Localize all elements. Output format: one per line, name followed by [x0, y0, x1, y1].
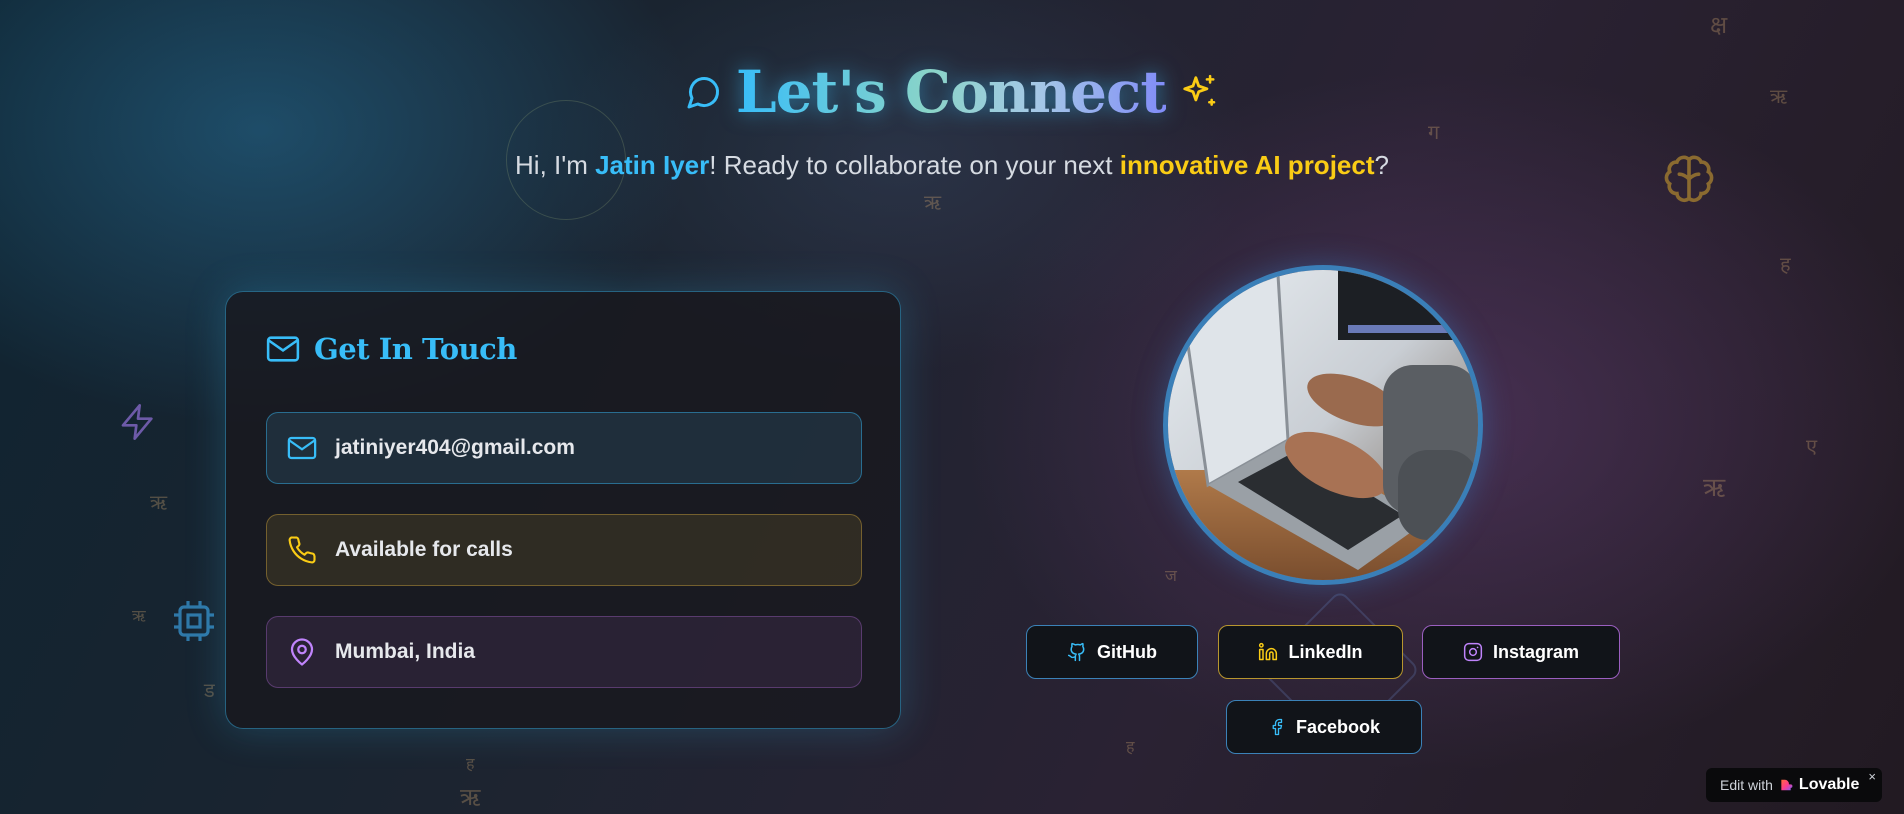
decor-glyph: ऋ	[150, 490, 168, 514]
decor-glyph: ड	[204, 678, 215, 702]
facebook-icon	[1272, 718, 1283, 736]
facebook-button[interactable]: Facebook	[1226, 700, 1422, 754]
contact-card-header: Get In Touch	[266, 332, 517, 366]
decor-glyph: क्ष	[1710, 11, 1728, 39]
decor-glyph: ह	[466, 754, 475, 773]
decor-glyph: ज	[1165, 566, 1177, 585]
decor-glyph: ऋ	[460, 783, 481, 811]
subtitle-mid: ! Ready to collaborate on your next	[709, 150, 1120, 180]
sparkles-icon	[1183, 74, 1216, 106]
subtitle-highlight: innovative AI project	[1119, 150, 1375, 180]
instagram-icon	[1463, 642, 1483, 662]
contact-phone[interactable]: Available for calls	[266, 514, 862, 586]
contact-location-text: Mumbai, India	[335, 640, 476, 663]
contact-phone-text: Available for calls	[335, 538, 513, 561]
zap-icon	[121, 404, 153, 440]
mail-icon	[266, 336, 300, 362]
badge-close-button[interactable]: ×	[1868, 769, 1876, 784]
decor-glyph: ए	[1806, 434, 1818, 458]
badge-brand: Lovable	[1798, 776, 1860, 793]
contact-card: Get In Touch jatiniyer404@gmail.com Avai…	[225, 291, 901, 729]
github-icon	[1067, 642, 1085, 662]
badge-prefix: Edit with	[1720, 777, 1773, 793]
facebook-label: Facebook	[1295, 716, 1381, 737]
instagram-label: Instagram	[1492, 641, 1580, 662]
contact-email-text: jatiniyer404@gmail.com	[335, 436, 575, 459]
decor-glyph: ऋ	[132, 606, 146, 625]
edit-with-lovable-badge[interactable]: Edit with Lovable ×	[1706, 768, 1882, 802]
cpu-icon	[174, 601, 214, 641]
github-button[interactable]: GitHub	[1026, 625, 1198, 679]
page-subtitle: Hi, I'm Jatin Iyer! Ready to collaborate…	[0, 150, 1904, 181]
subtitle-suffix: ?	[1374, 150, 1389, 180]
page-title: Let's Connect	[735, 58, 1167, 126]
subtitle-name: Jatin Iyer	[595, 150, 710, 180]
decor-glyph: ह	[1126, 737, 1135, 756]
linkedin-label: LinkedIn	[1288, 641, 1363, 662]
phone-icon	[288, 536, 316, 564]
github-label: GitHub	[1097, 641, 1157, 662]
map-pin-icon	[290, 638, 314, 666]
decor-glyph: ह	[1780, 252, 1791, 276]
decor-glyph: ऋ	[1703, 473, 1726, 503]
lovable-heart-icon	[1781, 779, 1793, 791]
contact-email[interactable]: jatiniyer404@gmail.com	[266, 412, 862, 484]
contact-card-title: Get In Touch	[314, 332, 517, 366]
page-header: Let's Connect	[0, 58, 1904, 126]
mail-icon	[287, 436, 317, 460]
chat-bubble-icon	[687, 76, 719, 109]
decor-glyph: ऋ	[924, 190, 942, 214]
laptop-typing-photo	[1168, 270, 1478, 580]
instagram-button[interactable]: Instagram	[1422, 625, 1620, 679]
subtitle-prefix: Hi, I'm	[515, 150, 596, 180]
linkedin-icon	[1259, 642, 1278, 661]
profile-image	[1163, 265, 1483, 585]
linkedin-button[interactable]: LinkedIn	[1218, 625, 1403, 679]
contact-location[interactable]: Mumbai, India	[266, 616, 862, 688]
